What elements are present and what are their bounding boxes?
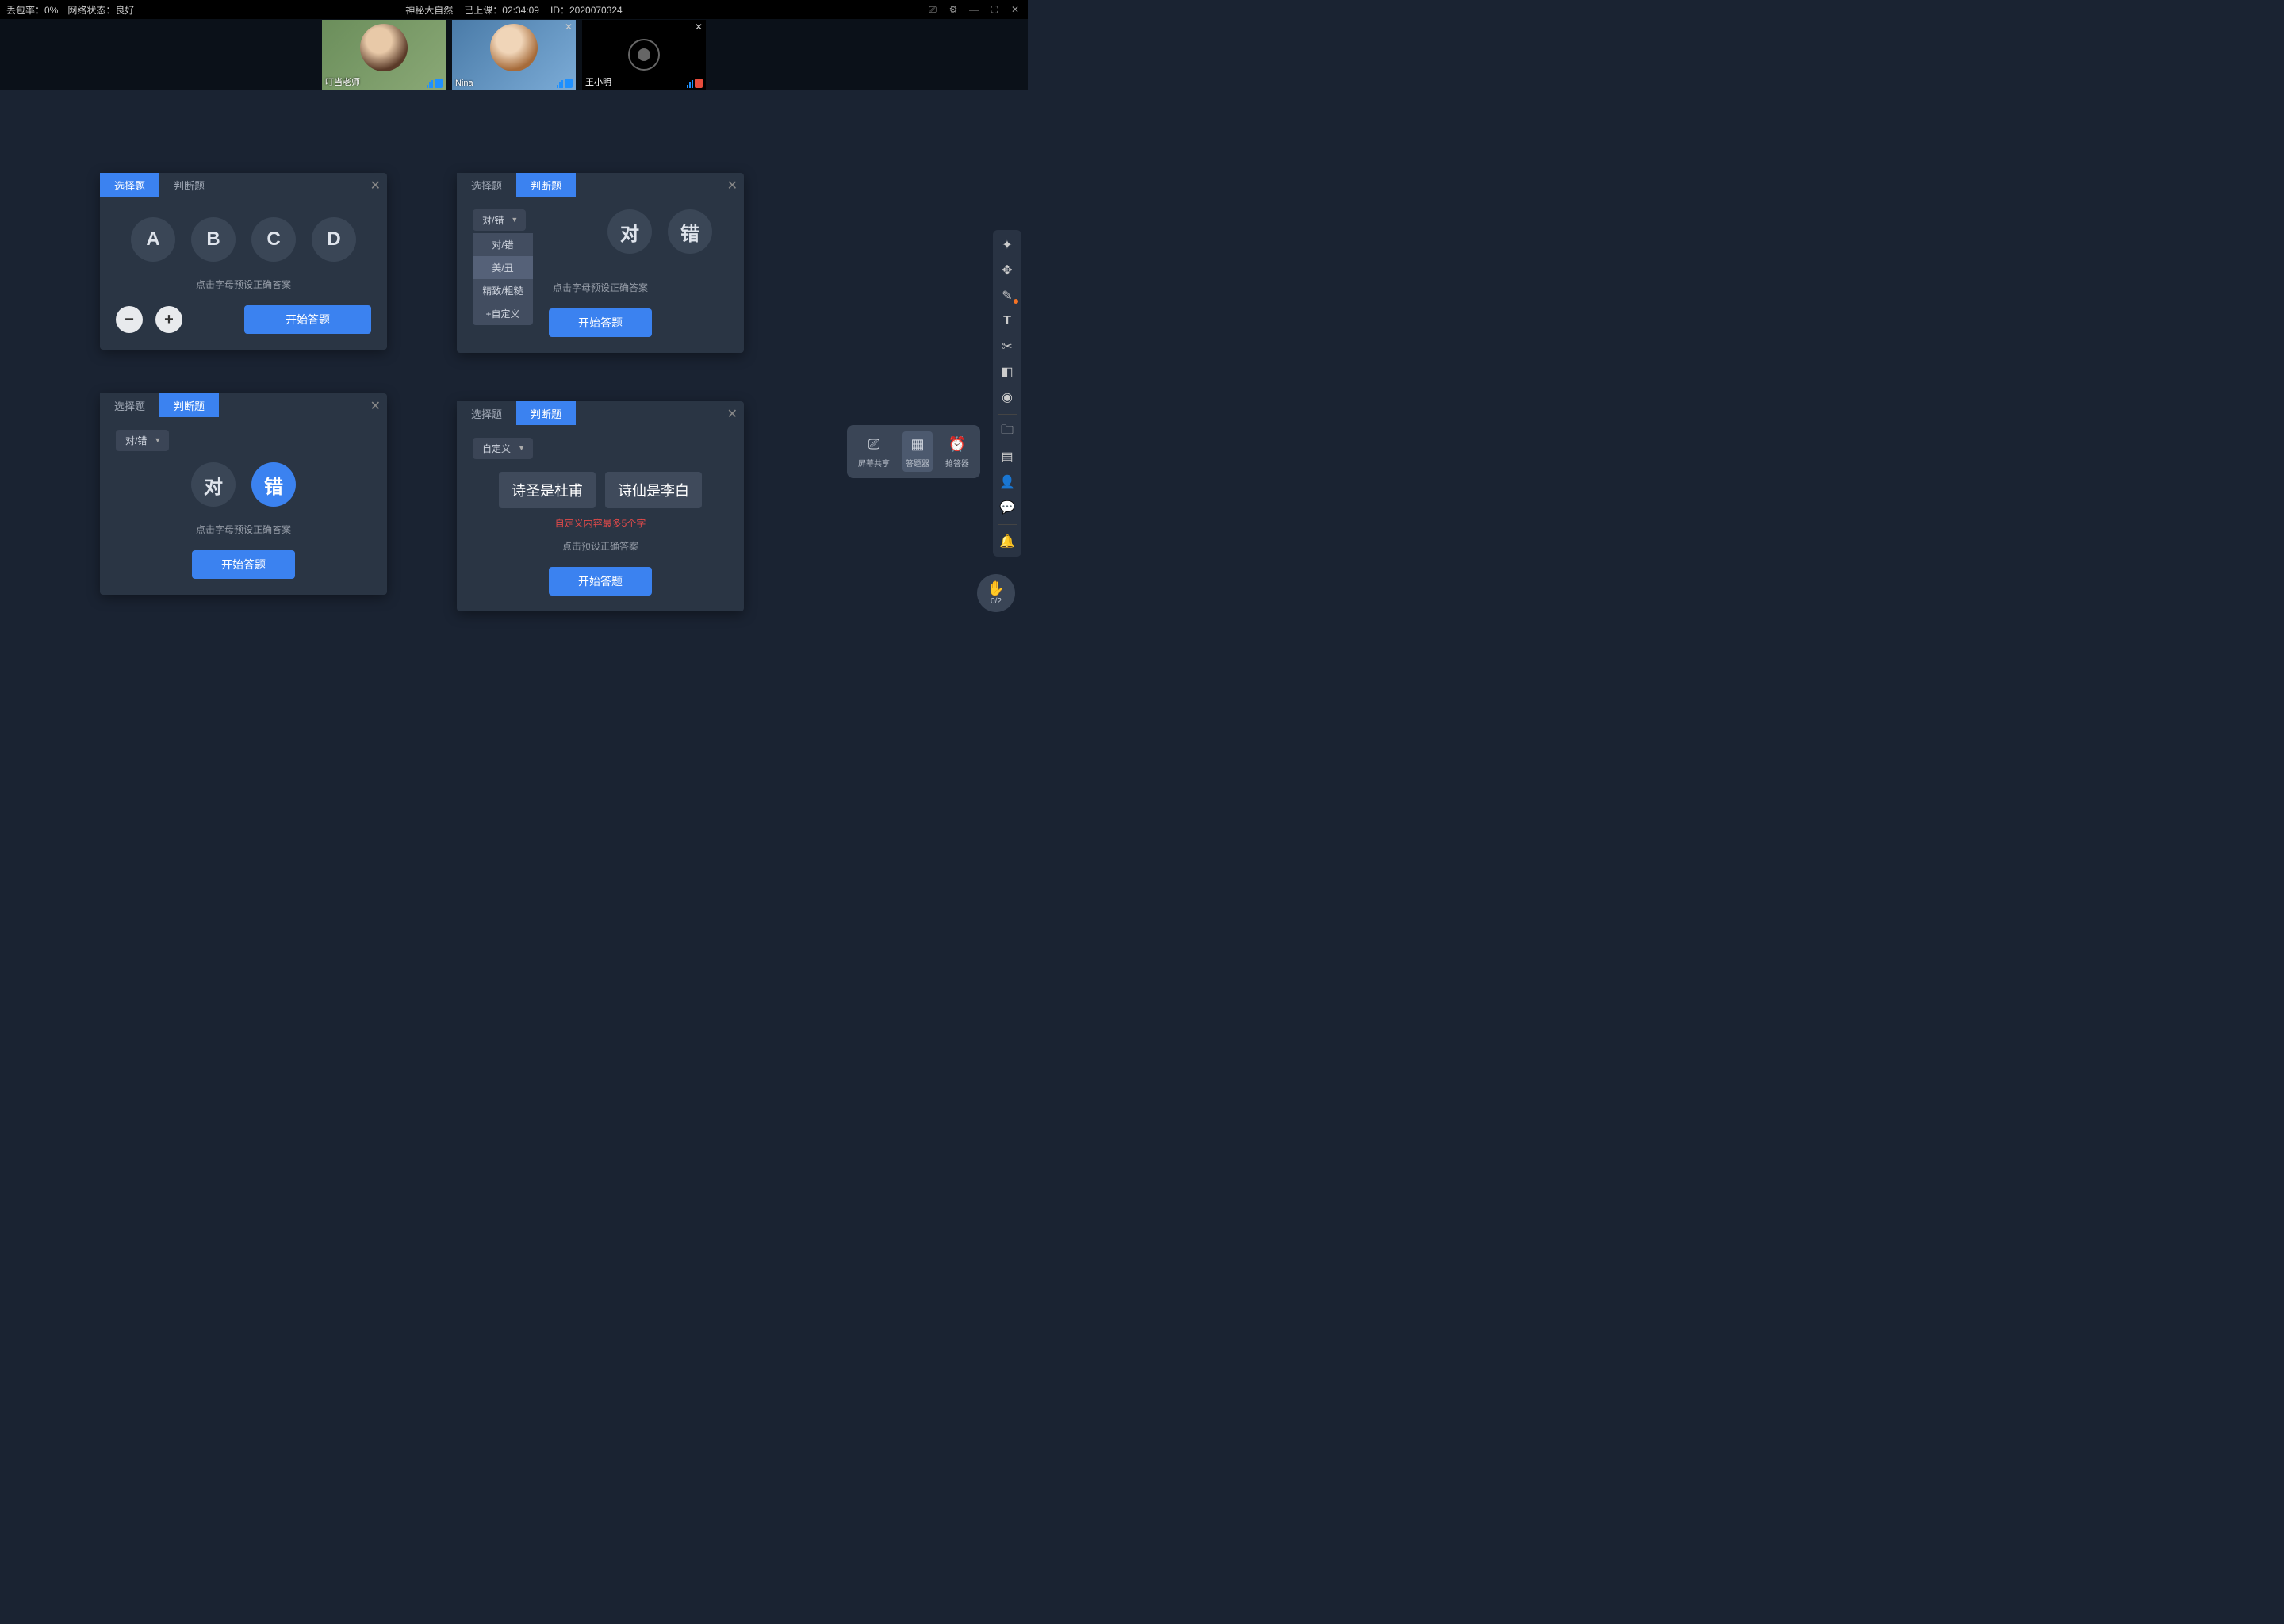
minimize-icon[interactable]: — bbox=[968, 3, 980, 16]
eraser-tool-icon[interactable]: ◧ bbox=[995, 362, 1019, 382]
video-tile-student2[interactable]: ✕ 王小明 bbox=[582, 20, 706, 90]
close-icon[interactable]: ✕ bbox=[695, 21, 703, 33]
remove-option-button[interactable]: − bbox=[116, 306, 143, 333]
mic-muted-icon bbox=[695, 79, 703, 88]
close-icon[interactable]: ✕ bbox=[727, 406, 738, 422]
tab-choice[interactable]: 选择题 bbox=[457, 401, 516, 425]
video-tile-teacher[interactable]: 叮当老师 bbox=[322, 20, 446, 90]
signal-icon bbox=[427, 79, 433, 88]
question-panel-choice: 选择题 判断题 ✕ A B C D 点击字母预设正确答案 − + 开始答题 bbox=[100, 173, 387, 350]
close-icon[interactable]: ✕ bbox=[370, 398, 381, 414]
judge-type-dropdown[interactable]: 对/错 bbox=[116, 430, 169, 451]
close-icon[interactable]: ✕ bbox=[565, 21, 573, 33]
judge-type-dropdown[interactable]: 对/错 对/错 美/丑 精致/粗糙 +自定义 bbox=[473, 209, 526, 231]
buzzer-tool-icon: ⏰ bbox=[948, 435, 967, 454]
signal-icon bbox=[687, 79, 693, 88]
tab-judge[interactable]: 判断题 bbox=[159, 173, 219, 197]
option-true[interactable]: 对 bbox=[607, 209, 652, 254]
tab-judge[interactable]: 判断题 bbox=[516, 173, 576, 197]
add-option-button[interactable]: + bbox=[155, 306, 182, 333]
video-name: 王小明 bbox=[585, 75, 611, 88]
question-panel-judge-dropdown: 选择题 判断题 ✕ 对/错 对/错 美/丑 精致/粗糙 +自定义 对 错 bbox=[457, 173, 744, 353]
folder-tool-icon[interactable]: 🗀 bbox=[995, 421, 1019, 442]
buzzer-tool-button[interactable]: ⏰ 抢答器 bbox=[942, 431, 972, 472]
fullscreen-icon[interactable]: ⛶ bbox=[988, 3, 1001, 16]
start-answer-button[interactable]: 开始答题 bbox=[244, 305, 371, 334]
option-c[interactable]: C bbox=[251, 217, 296, 262]
start-answer-button[interactable]: 开始答题 bbox=[549, 308, 652, 337]
user-tool-icon[interactable]: 👤 bbox=[995, 472, 1019, 492]
bell-tool-icon[interactable]: 🔔 bbox=[995, 531, 1019, 552]
camera-off-icon bbox=[628, 39, 660, 71]
camera-toggle-icon[interactable]: ⎚ bbox=[926, 3, 939, 16]
option-false[interactable]: 错 bbox=[668, 209, 712, 254]
move-tool-icon[interactable]: ✥ bbox=[995, 260, 1019, 281]
raise-hand-button[interactable]: ✋ 0/2 bbox=[977, 574, 1015, 612]
top-status-bar: 丢包率：0% 网络状态：良好 神秘大自然 已上课：02:34:09 ID：202… bbox=[0, 0, 1028, 19]
option-b[interactable]: B bbox=[191, 217, 236, 262]
answer-tool-icon: ▦ bbox=[908, 435, 927, 454]
option-false[interactable]: 错 bbox=[251, 462, 296, 507]
tab-judge[interactable]: 判断题 bbox=[516, 401, 576, 425]
preset-hint: 点击字母预设正确答案 bbox=[116, 278, 371, 291]
judge-type-dropdown[interactable]: 自定义 bbox=[473, 438, 533, 459]
dropdown-item[interactable]: +自定义 bbox=[473, 302, 533, 325]
question-panel-custom: 选择题 判断题 ✕ 自定义 诗圣是杜甫 诗仙是李白 自定义内容最多5个字 点击预… bbox=[457, 401, 744, 611]
custom-option-b[interactable]: 诗仙是李白 bbox=[605, 472, 702, 508]
hand-icon: ✋ bbox=[987, 580, 1005, 597]
video-participants-bar: 叮当老师 ✕ Nina ✕ 王小明 bbox=[0, 19, 1028, 90]
question-panel-judge-selected: 选择题 判断题 ✕ 对/错 对 错 点击字母预设正确答案 开始答题 bbox=[100, 393, 387, 595]
chat-tool-icon[interactable]: 💬 bbox=[995, 497, 1019, 518]
packet-loss-label: 丢包率：0% bbox=[6, 3, 58, 17]
preset-hint: 点击字母预设正确答案 bbox=[116, 523, 371, 536]
screen-share-icon: ⎚ bbox=[864, 435, 883, 454]
option-a[interactable]: A bbox=[131, 217, 175, 262]
laser-tool-icon[interactable]: ◉ bbox=[995, 387, 1019, 408]
preset-hint: 点击预设正确答案 bbox=[473, 539, 728, 553]
video-tile-student1[interactable]: ✕ Nina bbox=[452, 20, 576, 90]
tab-choice[interactable]: 选择题 bbox=[457, 173, 516, 197]
close-window-icon[interactable]: ✕ bbox=[1009, 3, 1021, 16]
right-tools-toolbar: ✦ ✥ ✎ T ✂ ◧ ◉ 🗀 ▤ 👤 💬 🔔 bbox=[993, 230, 1021, 557]
video-name: 叮当老师 bbox=[325, 75, 360, 88]
materials-tool-icon[interactable]: ▤ bbox=[995, 446, 1019, 467]
option-d[interactable]: D bbox=[312, 217, 356, 262]
signal-icon bbox=[557, 79, 563, 88]
dropdown-menu: 对/错 美/丑 精致/粗糙 +自定义 bbox=[473, 233, 533, 325]
screen-share-button[interactable]: ⎚ 屏幕共享 bbox=[855, 431, 893, 472]
custom-option-a[interactable]: 诗圣是杜甫 bbox=[499, 472, 596, 508]
start-answer-button[interactable]: 开始答题 bbox=[549, 567, 652, 596]
dropdown-item[interactable]: 美/丑 bbox=[473, 256, 533, 279]
course-title: 神秘大自然 bbox=[405, 3, 453, 17]
answer-tool-button[interactable]: ▦ 答题器 bbox=[902, 431, 933, 472]
text-tool-icon[interactable]: T bbox=[995, 311, 1019, 331]
toolbar-separator bbox=[998, 524, 1017, 525]
pen-tool-icon[interactable]: ✎ bbox=[995, 285, 1019, 306]
video-name: Nina bbox=[455, 79, 473, 88]
dropdown-item[interactable]: 对/错 bbox=[473, 233, 533, 256]
network-status-label: 网络状态：良好 bbox=[67, 3, 134, 17]
class-id-label: ID：2020070324 bbox=[550, 3, 623, 17]
custom-limit-warning: 自定义内容最多5个字 bbox=[473, 516, 728, 530]
settings-gear-icon[interactable]: ⚙ bbox=[947, 3, 960, 16]
close-icon[interactable]: ✕ bbox=[370, 178, 381, 193]
scissors-tool-icon[interactable]: ✂ bbox=[995, 336, 1019, 357]
tab-choice[interactable]: 选择题 bbox=[100, 393, 159, 417]
mic-icon bbox=[435, 79, 443, 88]
class-time-label: 已上课：02:34:09 bbox=[464, 3, 539, 17]
mic-icon bbox=[565, 79, 573, 88]
toolbar-separator bbox=[998, 414, 1017, 415]
tab-choice[interactable]: 选择题 bbox=[100, 173, 159, 197]
pointer-tool-icon[interactable]: ✦ bbox=[995, 235, 1019, 255]
teaching-tools-floatbar: ⎚ 屏幕共享 ▦ 答题器 ⏰ 抢答器 bbox=[847, 425, 980, 478]
tab-judge[interactable]: 判断题 bbox=[159, 393, 219, 417]
close-icon[interactable]: ✕ bbox=[727, 178, 738, 193]
hand-count: 0/2 bbox=[991, 597, 1002, 606]
option-true[interactable]: 对 bbox=[191, 462, 236, 507]
start-answer-button[interactable]: 开始答题 bbox=[192, 550, 295, 579]
dropdown-item[interactable]: 精致/粗糙 bbox=[473, 279, 533, 302]
